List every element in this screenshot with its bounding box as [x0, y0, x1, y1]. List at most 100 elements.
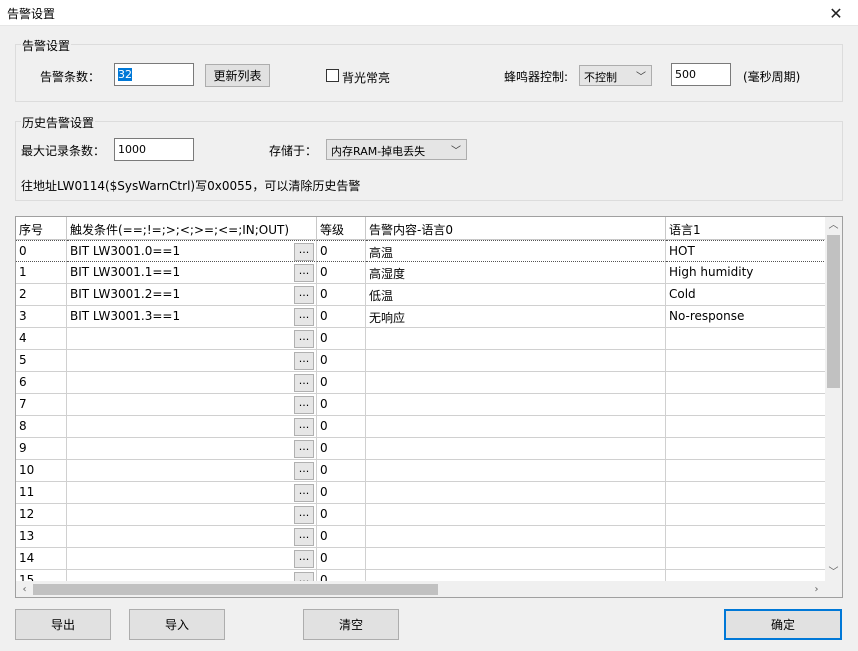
cell-condition[interactable]: BIT LW3001.2==1... [67, 284, 317, 306]
cell-content-lang0[interactable]: 低温 [366, 284, 666, 306]
scroll-down-icon[interactable]: ﹀ [825, 564, 842, 581]
cell-lang1[interactable] [666, 328, 826, 350]
cell-index[interactable]: 9 [16, 438, 67, 460]
cell-content-lang0[interactable] [366, 350, 666, 372]
cell-condition[interactable]: ... [67, 460, 317, 482]
ellipsis-button[interactable]: ... [294, 484, 314, 502]
table-row[interactable]: 2 BIT LW3001.2==1... 0 低温 Cold [16, 284, 826, 306]
close-icon[interactable]: ✕ [814, 0, 858, 26]
import-button[interactable]: 导入 [129, 609, 225, 640]
table-row[interactable]: 0 BIT LW3001.0==1... 0 高温 HOT [16, 240, 826, 262]
buzzer-control-select[interactable]: 不控制 ﹀ [579, 65, 652, 86]
cell-index[interactable]: 5 [16, 350, 67, 372]
cell-content-lang0[interactable] [366, 438, 666, 460]
cell-lang1[interactable]: HOT [666, 240, 826, 262]
cell-index[interactable]: 1 [16, 262, 67, 284]
cell-level[interactable]: 0 [317, 372, 366, 394]
cell-condition[interactable]: ... [67, 438, 317, 460]
cell-level[interactable]: 0 [317, 328, 366, 350]
table-row[interactable]: 5 ... 0 [16, 350, 826, 372]
ok-button[interactable]: 确定 [724, 609, 842, 640]
ellipsis-button[interactable]: ... [294, 550, 314, 568]
table-row[interactable]: 10 ... 0 [16, 460, 826, 482]
refresh-list-button[interactable]: 更新列表 [205, 64, 270, 87]
cell-index[interactable]: 12 [16, 504, 67, 526]
cell-content-lang0[interactable] [366, 372, 666, 394]
cell-lang1[interactable] [666, 438, 826, 460]
ellipsis-button[interactable]: ... [294, 462, 314, 480]
col-header-condition[interactable]: 触发条件(==;!=;>;<;>=;<=;IN;OUT) [67, 217, 317, 240]
ellipsis-button[interactable]: ... [294, 528, 314, 546]
export-button[interactable]: 导出 [15, 609, 111, 640]
cell-index[interactable]: 10 [16, 460, 67, 482]
cell-content-lang0[interactable] [366, 394, 666, 416]
cell-level[interactable]: 0 [317, 438, 366, 460]
cell-condition[interactable]: ... [67, 548, 317, 570]
ellipsis-button[interactable]: ... [294, 352, 314, 370]
cell-index[interactable]: 7 [16, 394, 67, 416]
cell-index[interactable]: 8 [16, 416, 67, 438]
cell-content-lang0[interactable]: 高温 [366, 240, 666, 262]
cell-level[interactable]: 0 [317, 548, 366, 570]
cell-index[interactable]: 0 [16, 240, 67, 262]
table-row[interactable]: 7 ... 0 [16, 394, 826, 416]
ellipsis-button[interactable]: ... [294, 506, 314, 524]
table-row[interactable]: 6 ... 0 [16, 372, 826, 394]
cell-content-lang0[interactable]: 高湿度 [366, 262, 666, 284]
table-row[interactable]: 14 ... 0 [16, 548, 826, 570]
horizontal-scroll-thumb[interactable] [33, 584, 438, 595]
cell-condition[interactable]: ... [67, 504, 317, 526]
cell-level[interactable]: 0 [317, 482, 366, 504]
ellipsis-button[interactable]: ... [294, 243, 314, 261]
cell-content-lang0[interactable] [366, 548, 666, 570]
table-row[interactable]: 12 ... 0 [16, 504, 826, 526]
cell-level[interactable]: 0 [317, 526, 366, 548]
scroll-left-icon[interactable]: ‹ [16, 581, 33, 597]
ellipsis-button[interactable]: ... [294, 264, 314, 282]
cell-index[interactable]: 4 [16, 328, 67, 350]
cell-level[interactable]: 0 [317, 394, 366, 416]
col-header-lang1[interactable]: 语言1 [666, 217, 826, 240]
cell-lang1[interactable] [666, 394, 826, 416]
cell-index[interactable]: 11 [16, 482, 67, 504]
cell-lang1[interactable] [666, 372, 826, 394]
cell-content-lang0[interactable] [366, 328, 666, 350]
cell-level[interactable]: 0 [317, 284, 366, 306]
max-records-input[interactable]: 1000 [114, 138, 194, 161]
table-row[interactable]: 4 ... 0 [16, 328, 826, 350]
table-row[interactable]: 9 ... 0 [16, 438, 826, 460]
backlight-checkbox[interactable] [326, 69, 339, 82]
cell-lang1[interactable] [666, 416, 826, 438]
table-row[interactable]: 3 BIT LW3001.3==1... 0 无响应 No-response [16, 306, 826, 328]
vertical-scroll-thumb[interactable] [827, 235, 840, 388]
scroll-up-icon[interactable]: ︿ [825, 217, 842, 234]
cell-lang1[interactable]: Cold [666, 284, 826, 306]
cell-lang1[interactable] [666, 350, 826, 372]
cell-condition[interactable]: ... [67, 482, 317, 504]
cell-condition[interactable]: BIT LW3001.3==1... [67, 306, 317, 328]
clear-button[interactable]: 清空 [303, 609, 399, 640]
col-header-index[interactable]: 序号 [16, 217, 67, 240]
table-row[interactable]: 8 ... 0 [16, 416, 826, 438]
table-row[interactable]: 1 BIT LW3001.1==1... 0 高湿度 High humidity [16, 262, 826, 284]
cell-level[interactable]: 0 [317, 240, 366, 262]
cell-index[interactable]: 13 [16, 526, 67, 548]
horizontal-scrollbar[interactable]: ‹ › [16, 581, 825, 597]
ellipsis-button[interactable]: ... [294, 308, 314, 326]
cell-level[interactable]: 0 [317, 262, 366, 284]
col-header-level[interactable]: 等级 [317, 217, 366, 240]
cell-level[interactable]: 0 [317, 306, 366, 328]
cell-lang1[interactable] [666, 482, 826, 504]
cell-content-lang0[interactable] [366, 482, 666, 504]
cell-condition[interactable]: ... [67, 526, 317, 548]
cell-index[interactable]: 3 [16, 306, 67, 328]
cell-condition[interactable]: ... [67, 350, 317, 372]
cell-level[interactable]: 0 [317, 460, 366, 482]
cell-index[interactable]: 6 [16, 372, 67, 394]
cell-level[interactable]: 0 [317, 416, 366, 438]
ellipsis-button[interactable]: ... [294, 440, 314, 458]
alarm-count-input[interactable]: 32 [114, 63, 194, 86]
table-row[interactable]: 13 ... 0 [16, 526, 826, 548]
cell-condition[interactable]: ... [67, 372, 317, 394]
cell-condition[interactable]: BIT LW3001.1==1... [67, 262, 317, 284]
